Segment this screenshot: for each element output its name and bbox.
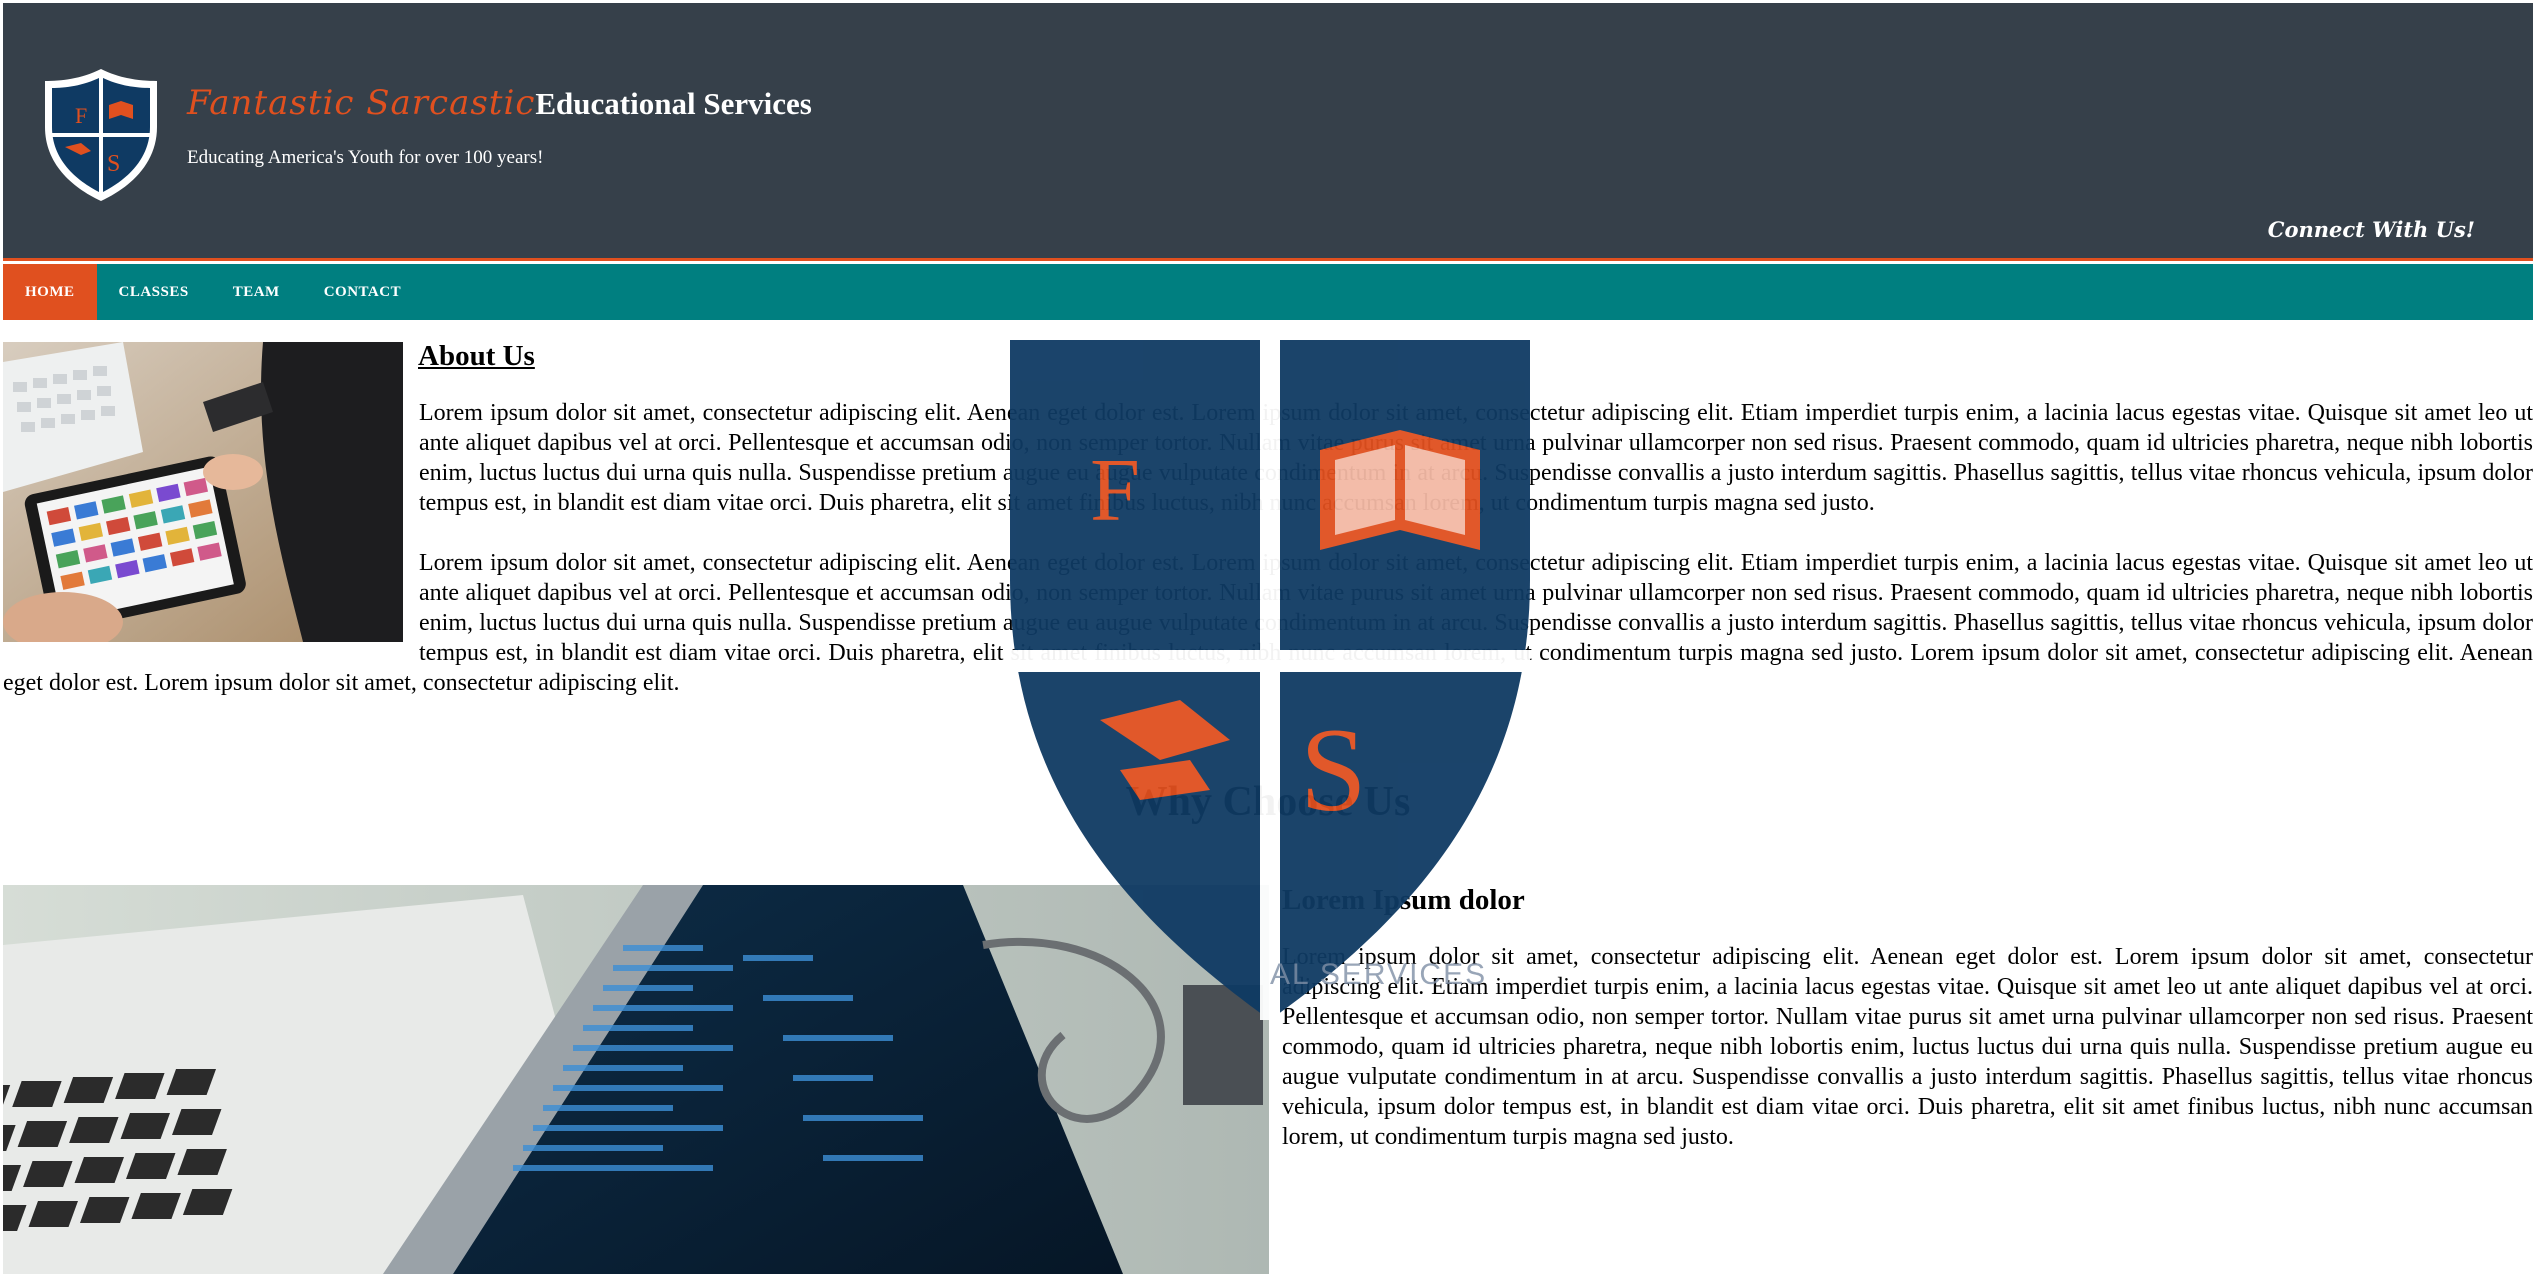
nav-item-home[interactable]: HOME [3,264,97,320]
about-text: Lorem ipsum dolor sit amet, consectetur … [3,398,2533,728]
tagline: Educating America's Youth for over 100 y… [187,147,544,168]
nav-item-team[interactable]: TEAM [211,264,302,320]
svg-text:S: S [107,151,120,177]
connect-with-us-link[interactable]: Connect With Us! [2268,217,2475,242]
logo-shield-icon[interactable]: F S [41,67,161,203]
brand-plain-text: Educational Services [535,86,812,121]
svg-text:F: F [75,103,87,128]
why-choose-us-title: Why Choose Us [1125,779,1411,825]
brand-script-text: Fantastic Sarcastic [187,83,536,123]
laptop-code-image [3,885,1269,1274]
nav-item-contact[interactable]: CONTACT [302,264,423,320]
main-nav: HOME CLASSES TEAM CONTACT [3,264,2533,320]
lorem-subtitle: Lorem Ipsum dolor [1282,884,1525,916]
why-paragraph: Lorem ipsum dolor sit amet, consectetur … [1282,944,2533,1150]
nav-item-classes[interactable]: CLASSES [97,264,211,320]
site-title[interactable]: Fantastic SarcasticEducational Services [187,75,812,138]
about-title: About Us [418,340,535,372]
site-header: F S Fantastic SarcasticEducational Servi… [3,3,2533,261]
page: F S Fantastic SarcasticEducational Servi… [0,0,2536,1274]
